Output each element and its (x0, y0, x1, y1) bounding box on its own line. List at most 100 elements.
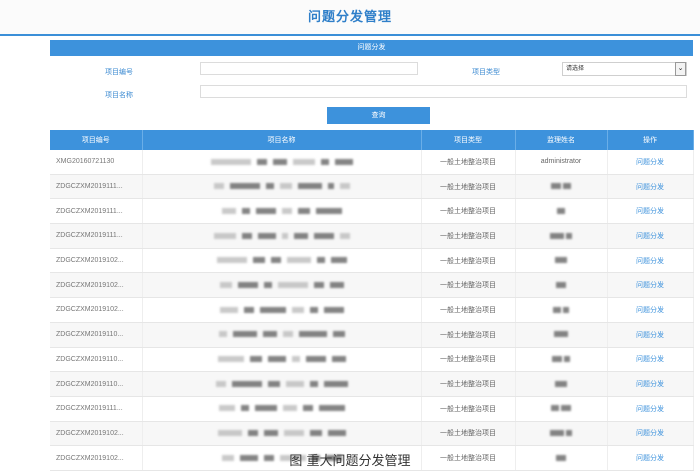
project-name-label: 项目名称 (105, 92, 133, 99)
redacted-text (292, 158, 315, 165)
redacted-text (254, 405, 277, 412)
redacted-text (272, 158, 287, 165)
table-row: ZDGCZXM2019110... 一般土地整治项目 问题分发 (50, 371, 694, 397)
redacted-text (556, 281, 566, 288)
redacted-text (218, 331, 227, 338)
redacted-text (232, 331, 257, 338)
project-code-cell: ZDGCZXM2019102... (50, 297, 143, 323)
supervisor-cell (515, 421, 608, 447)
redacted-text (297, 183, 322, 190)
action-cell: 问题分发 (607, 347, 694, 373)
distribute-link[interactable]: 问题分发 (636, 233, 664, 240)
project-type-cell: 一般土地整治项目 (421, 223, 516, 249)
distribute-link[interactable]: 问题分发 (636, 381, 664, 388)
distribute-link[interactable]: 问题分发 (636, 356, 664, 363)
table-row: ZDGCZXM2019102... 一般土地整治项目 问题分发 (50, 297, 694, 323)
redacted-text (555, 257, 567, 264)
project-code-cell: ZDGCZXM2019110... (50, 347, 143, 373)
redacted-text (551, 183, 561, 190)
project-name-cell (142, 174, 422, 200)
project-type-select[interactable]: 请选择 ⌄ (562, 62, 687, 76)
chevron-down-icon[interactable]: ⌄ (675, 62, 686, 76)
project-code-input[interactable] (200, 62, 418, 75)
supervisor-cell (515, 322, 608, 348)
redacted-text (309, 306, 318, 313)
redacted-text (293, 232, 308, 239)
supervisor-cell (515, 223, 608, 249)
redacted-text (231, 380, 262, 387)
project-code-cell: ZDGCZXM2019110... (50, 322, 143, 348)
distribute-link[interactable]: 问题分发 (636, 208, 664, 215)
redacted-text (221, 207, 236, 214)
query-button[interactable]: 查询 (327, 107, 430, 124)
table-row: ZDGCZXM2019111... 一般土地整治项目 问题分发 (50, 396, 694, 422)
supervisor-cell (515, 248, 608, 274)
column-header-code: 项目编号 (50, 130, 143, 150)
distribute-link[interactable]: 问题分发 (636, 258, 664, 265)
redacted-text (327, 183, 334, 190)
project-name-cell (142, 396, 422, 422)
project-type-label: 项目类型 (472, 69, 500, 76)
distribute-link[interactable]: 问题分发 (636, 282, 664, 289)
project-name-cell (142, 421, 422, 447)
project-name-input[interactable] (200, 85, 687, 98)
supervisor-cell (515, 198, 608, 225)
redacted-text (313, 232, 334, 239)
project-name-cell (142, 150, 422, 175)
redacted-text (265, 183, 274, 190)
redacted-text (263, 281, 272, 288)
redacted-text (217, 430, 242, 437)
redacted-text (257, 232, 276, 239)
distribute-link[interactable]: 问题分发 (636, 159, 664, 166)
action-cell: 问题分发 (607, 248, 694, 274)
redacted-text (282, 405, 297, 412)
distribute-link[interactable]: 问题分发 (636, 332, 664, 339)
project-name-cell (142, 272, 422, 299)
action-cell: 问题分发 (607, 272, 694, 299)
project-name-cell (142, 198, 422, 225)
project-name-cell (142, 297, 422, 323)
distribute-link[interactable]: 问题分发 (636, 406, 664, 413)
redacted-text (281, 232, 288, 239)
redacted-text (309, 430, 322, 437)
redacted-text (313, 281, 324, 288)
redacted-text (563, 306, 569, 313)
project-type-cell: 一般土地整治项目 (421, 198, 516, 225)
table-row: ZDGCZXM2019102... 一般土地整治项目 问题分发 (50, 421, 694, 447)
search-panel-title: 问题分发 (50, 40, 693, 56)
redacted-text (291, 356, 300, 362)
redacted-text (255, 207, 276, 214)
redacted-text (305, 356, 326, 362)
project-code-label: 项目编号 (105, 69, 133, 76)
redacted-text (216, 257, 247, 264)
redacted-text (550, 232, 564, 239)
redacted-text (564, 356, 570, 362)
redacted-text (554, 331, 568, 338)
project-code-cell: ZDGCZXM2019110... (50, 371, 143, 397)
distribute-link[interactable]: 问题分发 (636, 307, 664, 314)
redacted-text (217, 356, 244, 362)
redacted-text (334, 158, 353, 165)
redacted-text (283, 430, 304, 437)
redacted-text (215, 380, 226, 387)
redacted-text (551, 405, 559, 412)
table-row: ZDGCZXM2019111... 一般土地整治项目 问题分发 (50, 223, 694, 249)
project-code-cell: XMG20160721130 (50, 150, 143, 175)
redacted-text (267, 380, 280, 387)
table-row: ZDGCZXM2019111... 一般土地整治项目 问题分发 (50, 174, 694, 200)
distribute-link[interactable]: 问题分发 (636, 430, 664, 437)
project-code-cell: ZDGCZXM2019111... (50, 174, 143, 200)
main-panel: 问题分发 项目编号 项目类型 请选择 ⌄ 项目名称 查询 项目编号 项目名称 项… (50, 40, 694, 471)
redacted-text (281, 207, 292, 214)
project-name-cell (142, 223, 422, 249)
column-header-name: 项目名称 (142, 130, 422, 150)
redacted-text (277, 281, 308, 288)
column-header-type: 项目类型 (421, 130, 516, 150)
distribute-link[interactable]: 问题分发 (636, 184, 664, 191)
table-row: ZDGCZXM2019110... 一般土地整治项目 问题分发 (50, 347, 694, 373)
project-type-cell: 一般土地整治项目 (421, 174, 516, 200)
redacted-text (315, 207, 342, 214)
redacted-text (557, 207, 565, 214)
project-code-cell: ZDGCZXM2019111... (50, 223, 143, 249)
redacted-text (302, 405, 313, 412)
